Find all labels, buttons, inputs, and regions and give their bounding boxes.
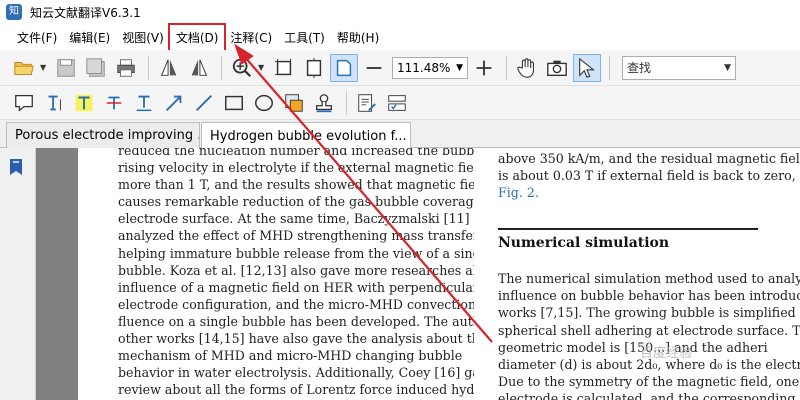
text-line: Due to the symmetry of the magnetic fiel…: [498, 374, 800, 390]
zoom-select[interactable]: 111.48% ▼: [392, 56, 468, 79]
zoom-icon[interactable]: [228, 54, 256, 82]
highlight-icon[interactable]: [70, 89, 98, 117]
text-line: bubble. Koza et al. [12,13] also gave mo…: [118, 262, 474, 278]
annotation-toolbar: [0, 86, 800, 120]
chevron-down-icon: ▼: [724, 62, 731, 73]
text-line: analyzed the effect of MHD strengthening…: [118, 228, 474, 244]
signature-icon[interactable]: [353, 89, 381, 117]
menu-comment[interactable]: 注释(C): [225, 26, 277, 49]
text-line: fluence on a single bubble has been deve…: [118, 313, 474, 329]
ellipse-icon[interactable]: [250, 89, 278, 117]
search-input[interactable]: 查找 ▼: [622, 55, 736, 80]
text-line: more than 1 T, and the results showed th…: [118, 177, 474, 193]
text-line: helping immature bubble release from the…: [118, 245, 474, 261]
strikeout-icon[interactable]: [100, 89, 128, 117]
window-title: 知云文献翻译V6.3.1: [30, 5, 141, 20]
text-line: behavior in water electrolysis. Addition…: [118, 365, 474, 381]
text-line: electrode configuration, and the micro-M…: [118, 296, 474, 312]
section-heading: Numerical simulation: [498, 235, 670, 251]
main-toolbar: ▼ ▼ 111.48% ▼ 查找 ▼: [0, 50, 800, 86]
menu-tools[interactable]: 工具(T): [279, 26, 330, 49]
save-as-icon[interactable]: [82, 54, 110, 82]
fit-width-icon[interactable]: [300, 54, 328, 82]
menu-help[interactable]: 帮助(H): [332, 26, 384, 49]
menu-document[interactable]: 文档(D): [167, 22, 227, 52]
menu-view[interactable]: 视图(V): [117, 26, 169, 49]
fit-page-icon[interactable]: [270, 54, 298, 82]
arrow-icon[interactable]: [160, 89, 188, 117]
form-icon[interactable]: [383, 89, 411, 117]
tab-label: Hydrogen bubble evolution f...: [210, 128, 407, 144]
rectangle-icon[interactable]: [220, 89, 248, 117]
text-line: spherical shell adhering at electrode su…: [498, 322, 800, 338]
toolbar-separator: [148, 55, 149, 80]
image-icon[interactable]: [280, 89, 308, 117]
text-line: above 350 kA/m, and the residual magneti…: [498, 151, 800, 166]
text-line: review about all the forms of Lorentz fo…: [118, 382, 474, 398]
note-icon[interactable]: [10, 89, 38, 117]
stamp-icon[interactable]: [310, 89, 338, 117]
menu-file[interactable]: 文件(F): [12, 26, 62, 49]
text-line: electrode is calculated, and the corresp…: [498, 391, 796, 400]
rotate-left-icon[interactable]: [155, 54, 183, 82]
side-panel: [0, 148, 36, 400]
underline-icon[interactable]: [130, 89, 158, 117]
zoom-value: 111.48%: [397, 60, 451, 75]
right-text-column-body: The numerical simulation method used to …: [498, 270, 800, 400]
toolbar-separator: [609, 55, 610, 80]
text-line: causes remarkable reduction of the gas b…: [118, 194, 474, 210]
toolbar-separator: [346, 90, 347, 115]
text-line: electrode surface. At the same time, Bac…: [118, 211, 474, 227]
document-tab-bar: Porous electrode improving ... Hydrogen …: [0, 120, 800, 149]
zoom-out-icon[interactable]: [360, 54, 388, 82]
line-icon[interactable]: [190, 89, 218, 117]
menu-edit[interactable]: 编辑(E): [64, 26, 115, 49]
menu-bar: 文件(F) 编辑(E) 视图(V) 文档(D) 注释(C) 工具(T) 帮助(H…: [0, 22, 800, 52]
text-line: works [7,15]. The growing bubble is simp…: [498, 305, 800, 321]
text-line: The numerical simulation method used to …: [498, 271, 800, 286]
search-value: 查找: [627, 61, 652, 75]
bookmark-icon[interactable]: [8, 158, 24, 176]
open-folder-icon[interactable]: [10, 54, 38, 82]
figure-link[interactable]: Fig. 2.: [498, 184, 798, 201]
text-line: influence of a magnetic field on HER wit…: [118, 279, 474, 295]
chevron-down-icon: ▼: [456, 62, 463, 73]
watermark: 百度经验: [640, 346, 693, 361]
tab-label: Porous electrode improving ...: [15, 128, 200, 143]
toolbar-separator: [506, 55, 507, 80]
title-bar: 知 知云文献翻译V6.3.1: [0, 0, 800, 24]
save-icon[interactable]: [52, 54, 80, 82]
toolbar-separator: [221, 55, 222, 80]
text-line: influence on bubble behavior has been in…: [498, 288, 800, 304]
text-line: mechanism of MHD and micro-MHD changing …: [118, 348, 463, 364]
select-cursor-icon[interactable]: [573, 53, 601, 82]
text-line: is about 0.03 T if external field is bac…: [498, 168, 800, 184]
hand-icon[interactable]: [513, 54, 541, 82]
text-line: rising velocity in electrolyte if the ex…: [118, 160, 474, 176]
section-rule: [498, 228, 758, 230]
actual-size-icon[interactable]: [330, 53, 358, 82]
tab-hydrogen-bubble[interactable]: Hydrogen bubble evolution f... ✖: [201, 122, 411, 149]
left-text-column: reduced the nucleation number and increa…: [118, 148, 474, 398]
app-logo-icon: 知: [6, 4, 22, 20]
document-viewer[interactable]: reduced the nucleation number and increa…: [36, 148, 800, 400]
tab-porous-electrode[interactable]: Porous electrode improving ...: [6, 122, 200, 148]
text-line: other works [14,15] have also gave the a…: [118, 331, 474, 347]
print-icon[interactable]: [112, 54, 140, 82]
rotate-right-icon[interactable]: [185, 54, 213, 82]
snapshot-icon[interactable]: [543, 54, 571, 82]
zoom-in-icon[interactable]: [470, 54, 498, 82]
text-line: reduced the nucleation number and increa…: [118, 148, 474, 158]
right-text-column-top: above 350 kA/m, and the residual magneti…: [498, 150, 800, 201]
open-dropdown-icon[interactable]: ▼: [40, 63, 48, 72]
zoom-dropdown-icon[interactable]: ▼: [258, 63, 266, 72]
text-icon[interactable]: [40, 89, 68, 117]
